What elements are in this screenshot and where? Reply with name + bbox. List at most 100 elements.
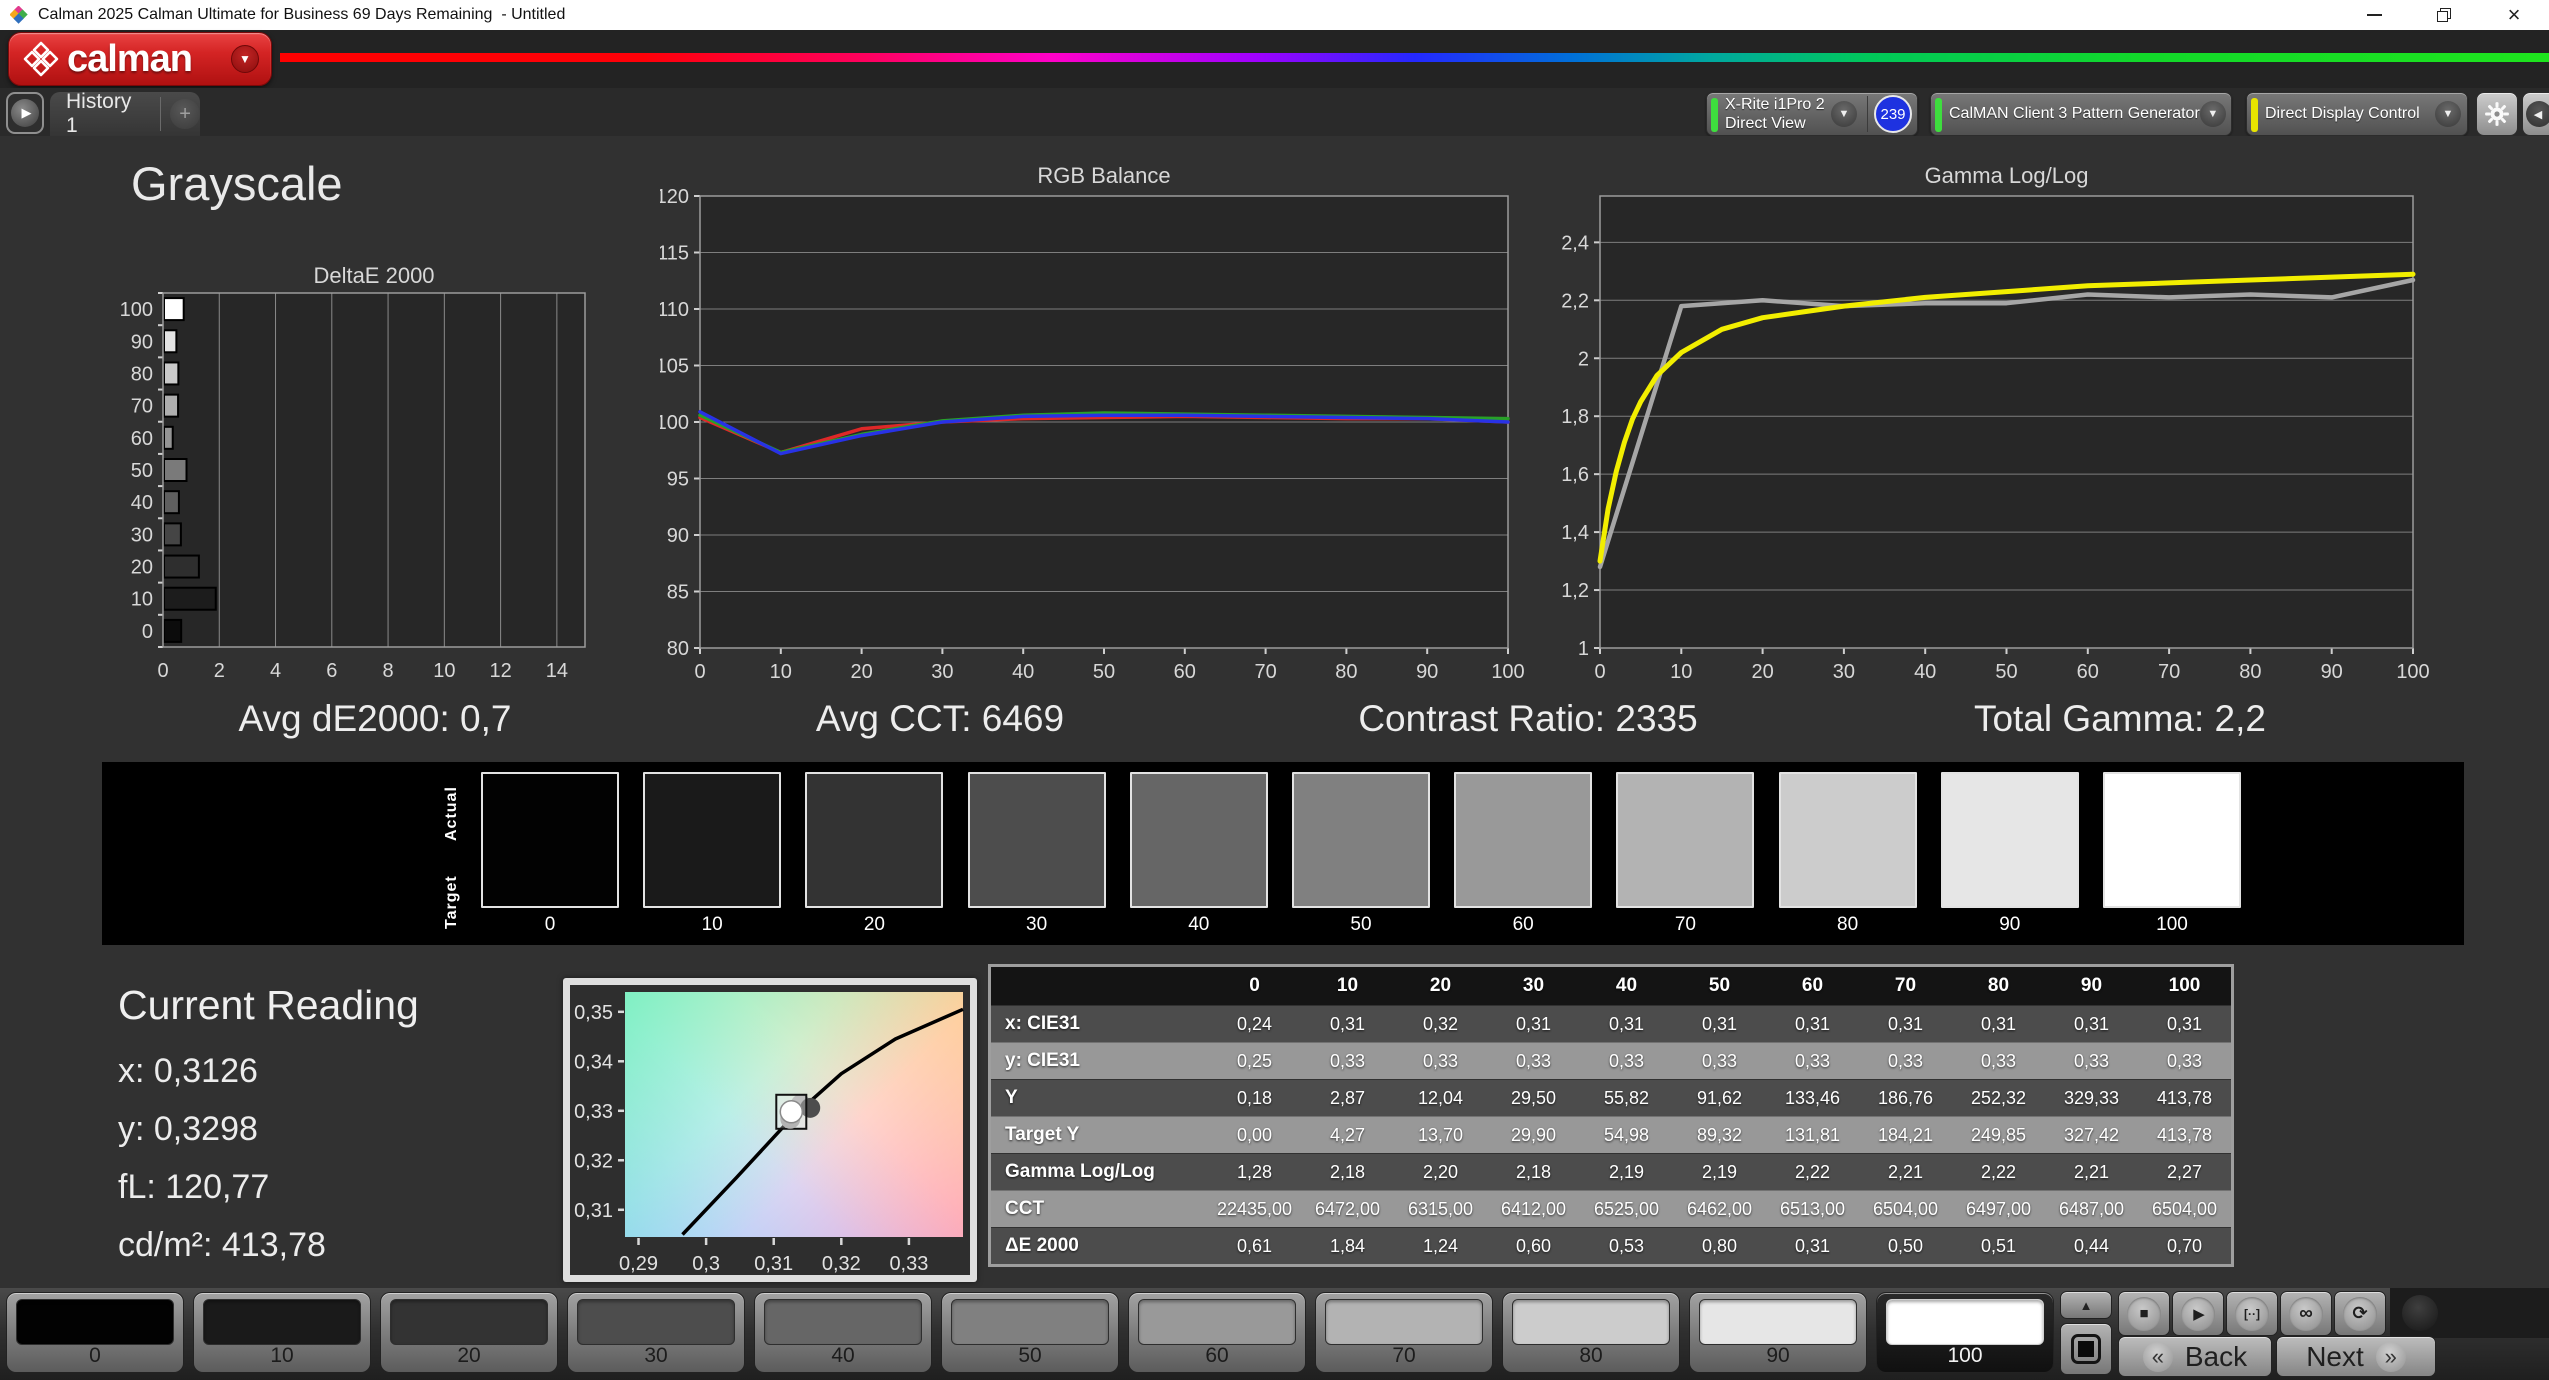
pattern-level-swatch — [1512, 1299, 1670, 1345]
pattern-level-button-30[interactable]: 30 — [567, 1292, 745, 1373]
svg-text:0,32: 0,32 — [822, 1253, 861, 1275]
table-cell: 0,44 — [2073, 1235, 2110, 1256]
table-cell: 0,33 — [1794, 1050, 1831, 1071]
table-cell: 0,31 — [1887, 1013, 1924, 1034]
svg-text:105: 105 — [660, 356, 689, 378]
table-cell: 0,00 — [1236, 1124, 1273, 1145]
svg-text:0: 0 — [157, 660, 168, 682]
grayscale-swatch-20 — [805, 772, 944, 908]
table-cell: 252,32 — [1970, 1087, 2027, 1108]
svg-text:20: 20 — [1751, 661, 1773, 683]
refresh-icon: ⟳ — [2352, 1303, 2368, 1323]
pattern-level-button-90[interactable]: 90 — [1689, 1292, 1867, 1373]
cie-plot-overlay: 0,35 0,34 0,33 0,32 0,31 0,29 0,3 0,31 0,32 0,33 — [574, 1002, 964, 1275]
pattern-level-swatch — [1886, 1299, 2044, 1345]
display-control-label: Direct Display Control — [2265, 105, 2420, 123]
restore-button[interactable] — [2409, 0, 2479, 30]
table-cell: 6504,00 — [2151, 1198, 2218, 1219]
table-cell: 29,50 — [1510, 1087, 1557, 1108]
table-row-label: CCT — [1005, 1198, 1045, 1219]
svg-text:40: 40 — [1012, 661, 1034, 683]
table-cell: 1,24 — [1422, 1235, 1459, 1256]
meter-dropdown[interactable]: X-Rite i1Pro 2 Direct View ▼ 239 — [1706, 92, 1918, 136]
table-column-header: 40 — [1615, 975, 1638, 996]
play-button[interactable]: ▶ — [2172, 1291, 2224, 1336]
table-cell: 0,33 — [1608, 1050, 1645, 1071]
pattern-level-swatch — [1138, 1299, 1296, 1345]
pattern-level-button-40[interactable]: 40 — [754, 1292, 932, 1373]
svg-text:0,31: 0,31 — [574, 1200, 613, 1222]
minimize-icon — [2366, 14, 2382, 16]
svg-text:14: 14 — [546, 660, 568, 682]
current-reading-x: x: 0,3126 — [118, 1052, 258, 1090]
table-column-header: 90 — [2080, 975, 2103, 996]
pattern-window-toggle-button[interactable] — [2060, 1323, 2112, 1375]
add-tab-button[interactable]: + — [170, 99, 201, 129]
pattern-level-button-0[interactable]: 0 — [6, 1292, 184, 1373]
calman-logo-text: calman — [67, 37, 193, 80]
pattern-level-button-10[interactable]: 10 — [193, 1292, 371, 1373]
display-control-dropdown[interactable]: Direct Display Control ▼ — [2246, 92, 2468, 136]
pattern-level-button-20[interactable]: 20 — [380, 1292, 558, 1373]
table-cell: 2,19 — [1608, 1161, 1645, 1182]
pattern-generator-dropdown[interactable]: CalMAN Client 3 Pattern Generator ▼ — [1930, 92, 2232, 136]
table-row-label: y: CIE31 — [1005, 1050, 1080, 1071]
table-cell: 55,82 — [1603, 1087, 1650, 1108]
pattern-sequence-button[interactable]: [··] — [2226, 1291, 2278, 1336]
table-column-header: 20 — [1429, 975, 1452, 996]
pattern-level-label: 20 — [457, 1344, 481, 1367]
infinity-icon: ∞ — [2299, 1302, 2313, 1324]
svg-text:2,2: 2,2 — [1561, 290, 1589, 312]
continuous-read-button[interactable]: ∞ — [2280, 1291, 2332, 1336]
up-arrow-icon: ▲ — [2079, 1297, 2093, 1313]
pattern-level-button-50[interactable]: 50 — [941, 1292, 1119, 1373]
pattern-level-button-60[interactable]: 60 — [1128, 1292, 1306, 1373]
svg-text:80: 80 — [2239, 661, 2261, 683]
svg-text:0: 0 — [1594, 661, 1605, 683]
back-button[interactable]: « Back — [2118, 1336, 2272, 1377]
table-row: x: CIE31 0,24 0,31 0,32 0,31 0,31 0,31 0,31 0,31… — [991, 1005, 2231, 1042]
svg-text:DeltaE 2000: DeltaE 2000 — [313, 263, 434, 288]
table-cell: 0,32 — [1422, 1013, 1459, 1034]
swatch-level-label: 30 — [1026, 914, 1048, 935]
meter-status-indicator — [1711, 98, 1718, 132]
table-cell: 22435,00 — [1216, 1198, 1293, 1219]
svg-text:60: 60 — [1174, 661, 1196, 683]
calman-menu-button[interactable]: calman ▼ — [8, 32, 272, 86]
table-cell: 6525,00 — [1593, 1198, 1660, 1219]
refresh-button[interactable]: ⟳ — [2334, 1291, 2386, 1336]
pattern-level-button-70[interactable]: 70 — [1315, 1292, 1493, 1373]
next-button[interactable]: Next » — [2276, 1336, 2436, 1377]
minimize-button[interactable] — [2339, 0, 2409, 30]
table-cell: 13,70 — [1417, 1124, 1464, 1145]
swatch-level-label: 100 — [2156, 914, 2188, 935]
stop-button[interactable]: ■ — [2118, 1291, 2170, 1336]
history-play-button[interactable]: ▶ — [6, 92, 44, 134]
restore-icon — [2437, 8, 2451, 22]
table-cell: 0,31 — [2166, 1013, 2203, 1034]
pattern-level-label: 90 — [1766, 1344, 1790, 1367]
pattern-level-button-80[interactable]: 80 — [1502, 1292, 1680, 1373]
grayscale-swatch-strip: Actual Target 0 10 20 30 40 50 60 70 80 90 100 — [102, 762, 2464, 945]
svg-text:70: 70 — [2158, 661, 2180, 683]
target-row-label: Target — [443, 875, 460, 929]
table-cell: 0,33 — [2166, 1050, 2203, 1071]
settings-button[interactable] — [2476, 92, 2518, 136]
grayscale-swatch-10 — [643, 772, 782, 908]
toolbar-expand-button[interactable]: ▲ — [2060, 1291, 2112, 1319]
svg-text:80: 80 — [1335, 661, 1357, 683]
table-cell: 413,78 — [2156, 1124, 2213, 1145]
rgb_balance-svg: RGB Balance 80 85 90 95 100 105 110 115 120 0 10 20 3… — [660, 163, 1525, 683]
collapse-panel-button[interactable]: ◀ — [2522, 92, 2549, 136]
svg-text:50: 50 — [131, 460, 153, 482]
svg-text:6: 6 — [326, 660, 337, 682]
tab-history-1[interactable]: History 1 + — [50, 90, 201, 137]
tab-bar: ▶ History 1 + X-Rite i1Pro 2 Direct View… — [0, 88, 2549, 137]
swatch-level-label: 60 — [1512, 914, 1534, 935]
svg-text:100: 100 — [2396, 661, 2429, 683]
stop-icon: ■ — [2139, 1305, 2149, 1322]
pattern-level-button-100[interactable]: 100 — [1876, 1292, 2054, 1373]
close-button[interactable]: × — [2479, 0, 2549, 30]
tab-label: History 1 — [66, 90, 132, 137]
svg-text:4: 4 — [270, 660, 281, 682]
